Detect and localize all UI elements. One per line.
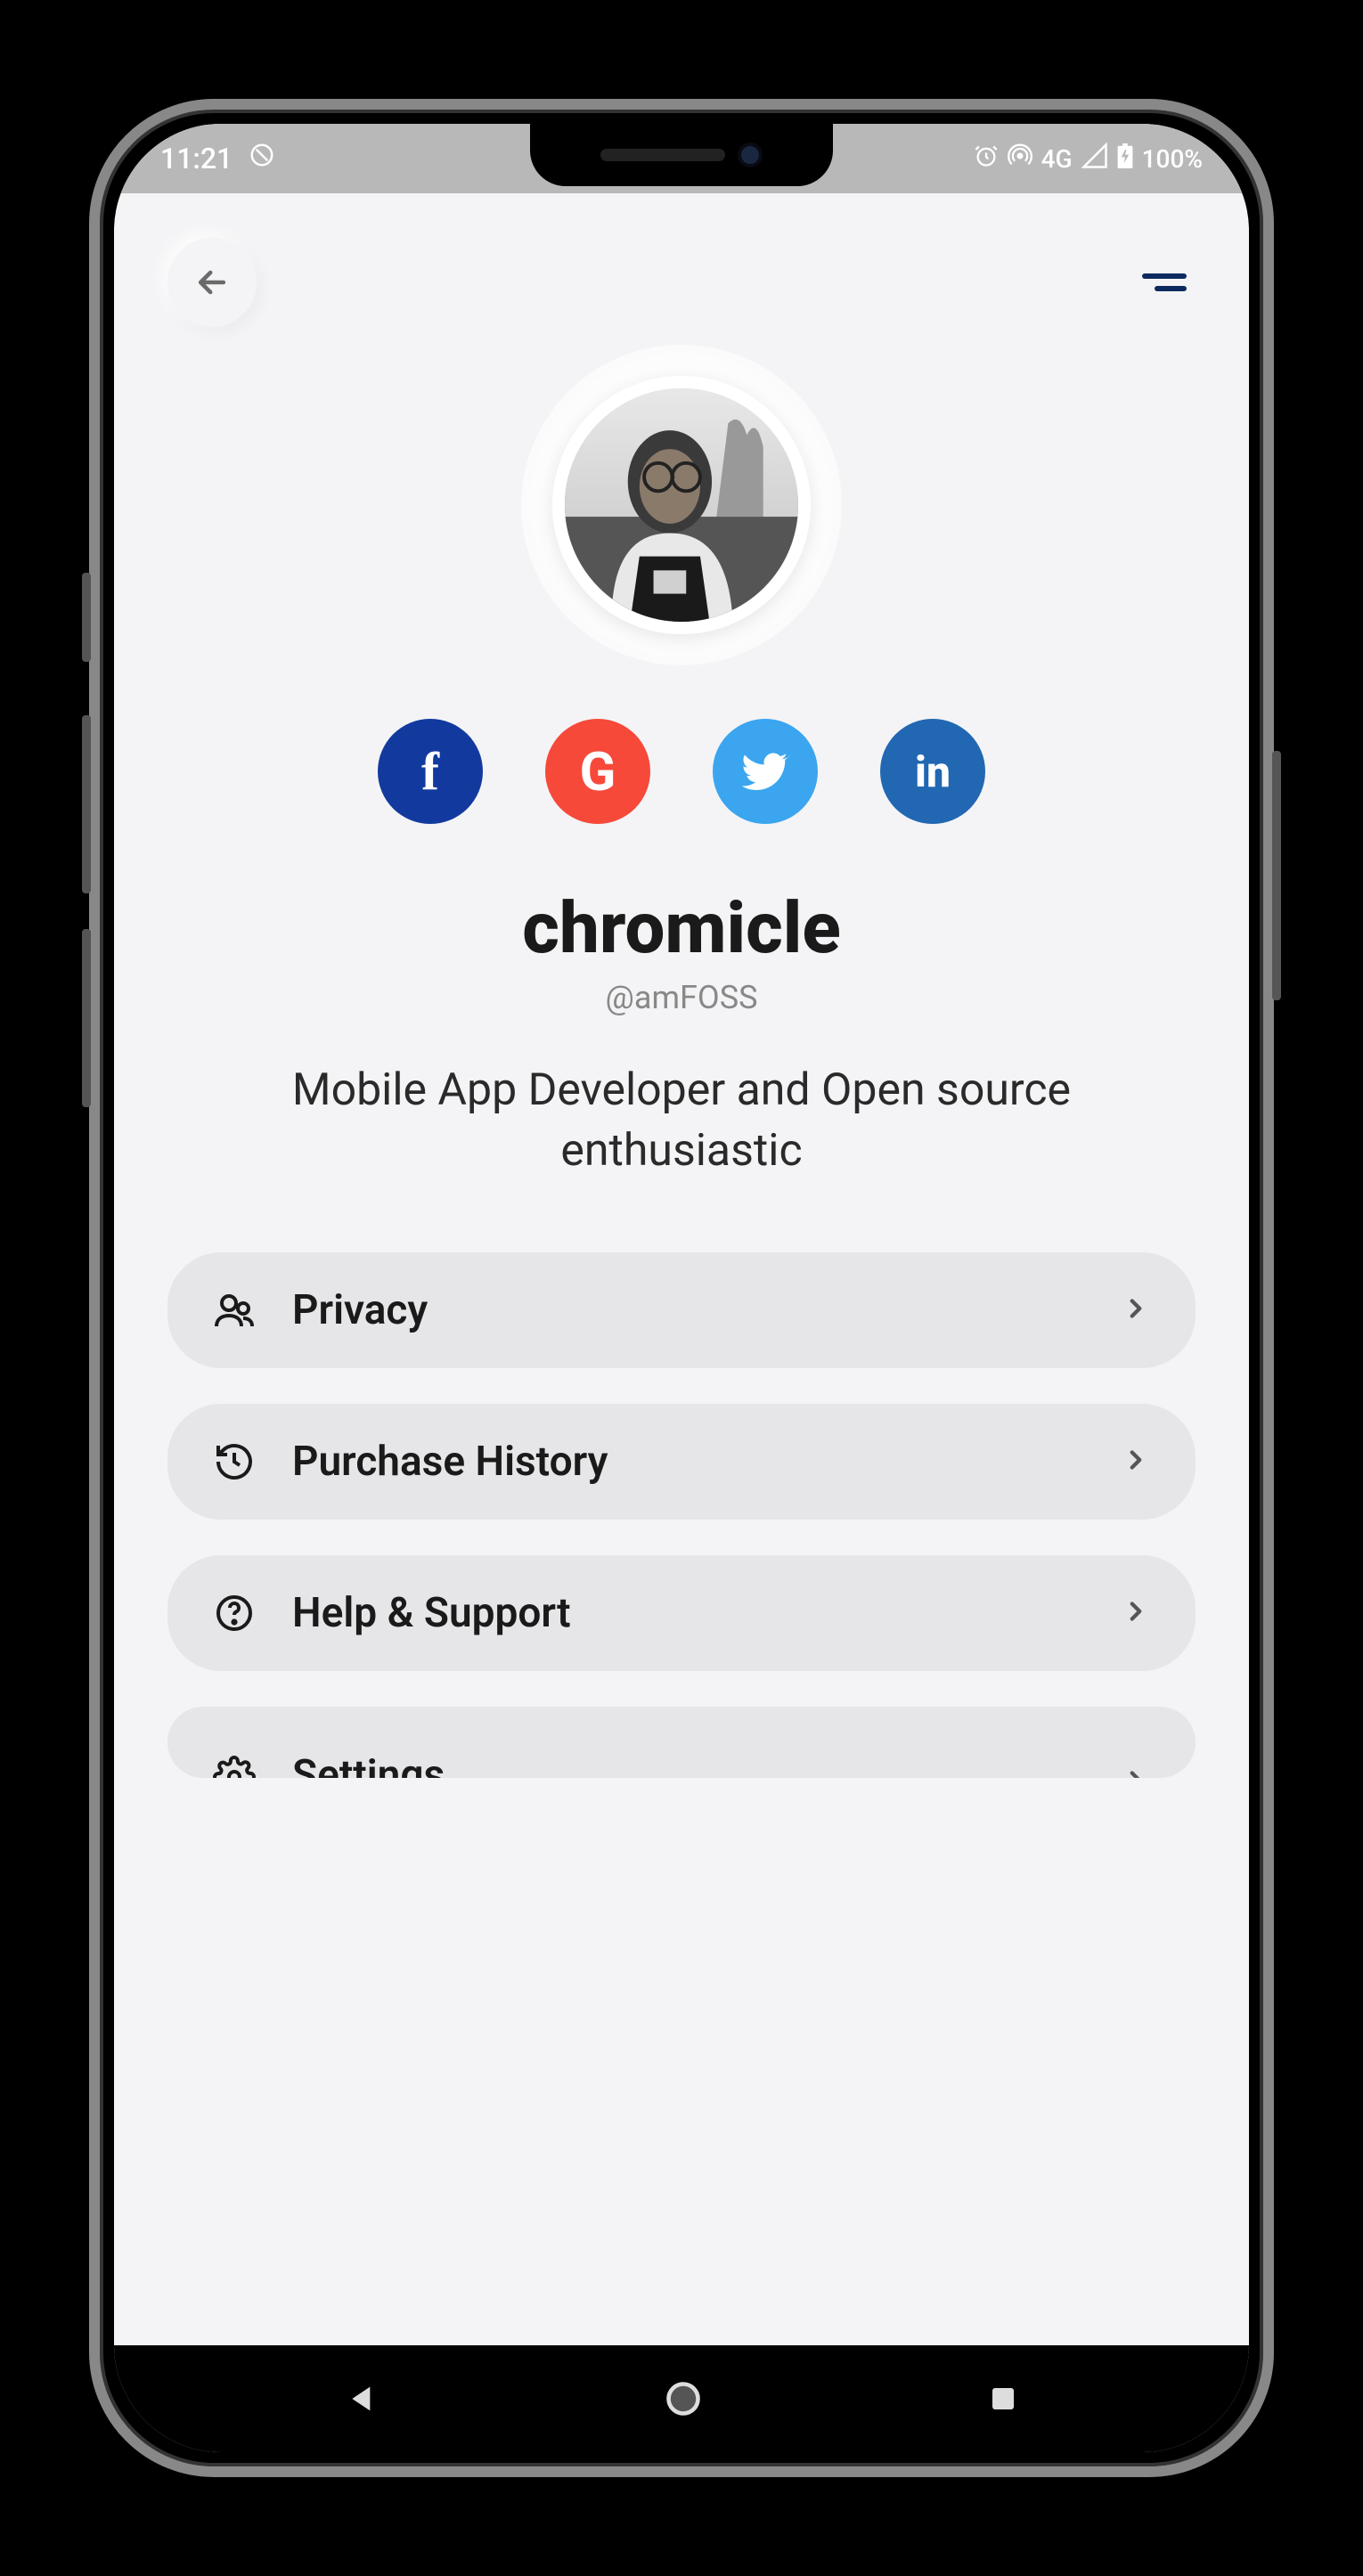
profile-avatar[interactable] — [552, 376, 811, 634]
arrow-left-icon — [192, 263, 232, 302]
menu-icon — [1142, 273, 1187, 279]
menu-label: Purchase History — [292, 1438, 1085, 1486]
google-icon: G — [580, 740, 616, 803]
battery-percent: 100% — [1142, 144, 1203, 174]
facebook-button[interactable]: f — [378, 719, 483, 824]
history-icon — [212, 1439, 257, 1484]
help-icon — [212, 1591, 257, 1635]
volume-up-button — [82, 715, 91, 893]
google-button[interactable]: G — [545, 719, 650, 824]
profile-bio: Mobile App Developer and Open source ent… — [114, 1061, 1249, 1181]
hotspot-icon — [1008, 143, 1032, 175]
back-button[interactable] — [167, 238, 257, 327]
chevron-right-icon — [1121, 1765, 1151, 1778]
status-time: 11:21 — [160, 142, 233, 175]
nav-home-button[interactable] — [610, 2361, 756, 2436]
phone-screen: 11:21 4G 100% — [114, 124, 1249, 2452]
menu-item-settings[interactable]: Settings — [167, 1707, 1196, 1778]
app-content: f G in chromicle @amFOSS Mobile App Deve… — [114, 193, 1249, 2345]
android-nav-bar — [114, 2345, 1249, 2452]
facebook-icon: f — [421, 741, 439, 803]
menu-label: Settings — [292, 1751, 1085, 1778]
header — [114, 193, 1249, 354]
settings-icon — [212, 1755, 257, 1778]
phone-mockup-frame: 11:21 4G 100% — [89, 99, 1274, 2477]
settings-menu: Privacy Purchase History — [114, 1252, 1249, 1778]
square-recents-icon — [987, 2383, 1019, 2415]
social-links: f G in — [114, 719, 1249, 824]
people-icon — [212, 1288, 257, 1333]
front-camera — [738, 143, 763, 167]
linkedin-icon: in — [915, 746, 951, 797]
do-not-disturb-icon — [249, 142, 275, 175]
chevron-right-icon — [1121, 1596, 1151, 1630]
menu-button[interactable] — [1133, 265, 1196, 300]
chevron-right-icon — [1121, 1293, 1151, 1327]
chevron-right-icon — [1121, 1445, 1151, 1479]
profile-name: chromicle — [114, 886, 1249, 970]
avatar-glow — [521, 345, 842, 665]
linkedin-button[interactable]: in — [880, 719, 985, 824]
menu-label: Privacy — [292, 1286, 1085, 1334]
twitter-icon — [739, 745, 792, 798]
network-type: 4G — [1041, 144, 1073, 174]
menu-label: Help & Support — [292, 1589, 1085, 1637]
menu-item-privacy[interactable]: Privacy — [167, 1252, 1196, 1368]
menu-item-purchase-history[interactable]: Purchase History — [167, 1404, 1196, 1520]
avatar-container — [114, 345, 1249, 665]
signal-icon — [1081, 143, 1108, 175]
notch — [530, 124, 833, 186]
nav-back-button[interactable] — [291, 2363, 434, 2434]
triangle-back-icon — [345, 2381, 380, 2417]
power-button — [1272, 751, 1281, 1000]
avatar-image — [565, 388, 798, 622]
alarm-icon — [974, 143, 999, 175]
battery-icon — [1117, 143, 1133, 175]
volume-down-button — [82, 929, 91, 1107]
circle-home-icon — [664, 2379, 703, 2418]
nav-recents-button[interactable] — [934, 2365, 1073, 2433]
volume-mute-button — [82, 573, 91, 662]
profile-handle: @amFOSS — [114, 979, 1249, 1016]
twitter-button[interactable] — [713, 719, 818, 824]
speaker — [600, 149, 725, 161]
menu-item-help-support[interactable]: Help & Support — [167, 1555, 1196, 1671]
